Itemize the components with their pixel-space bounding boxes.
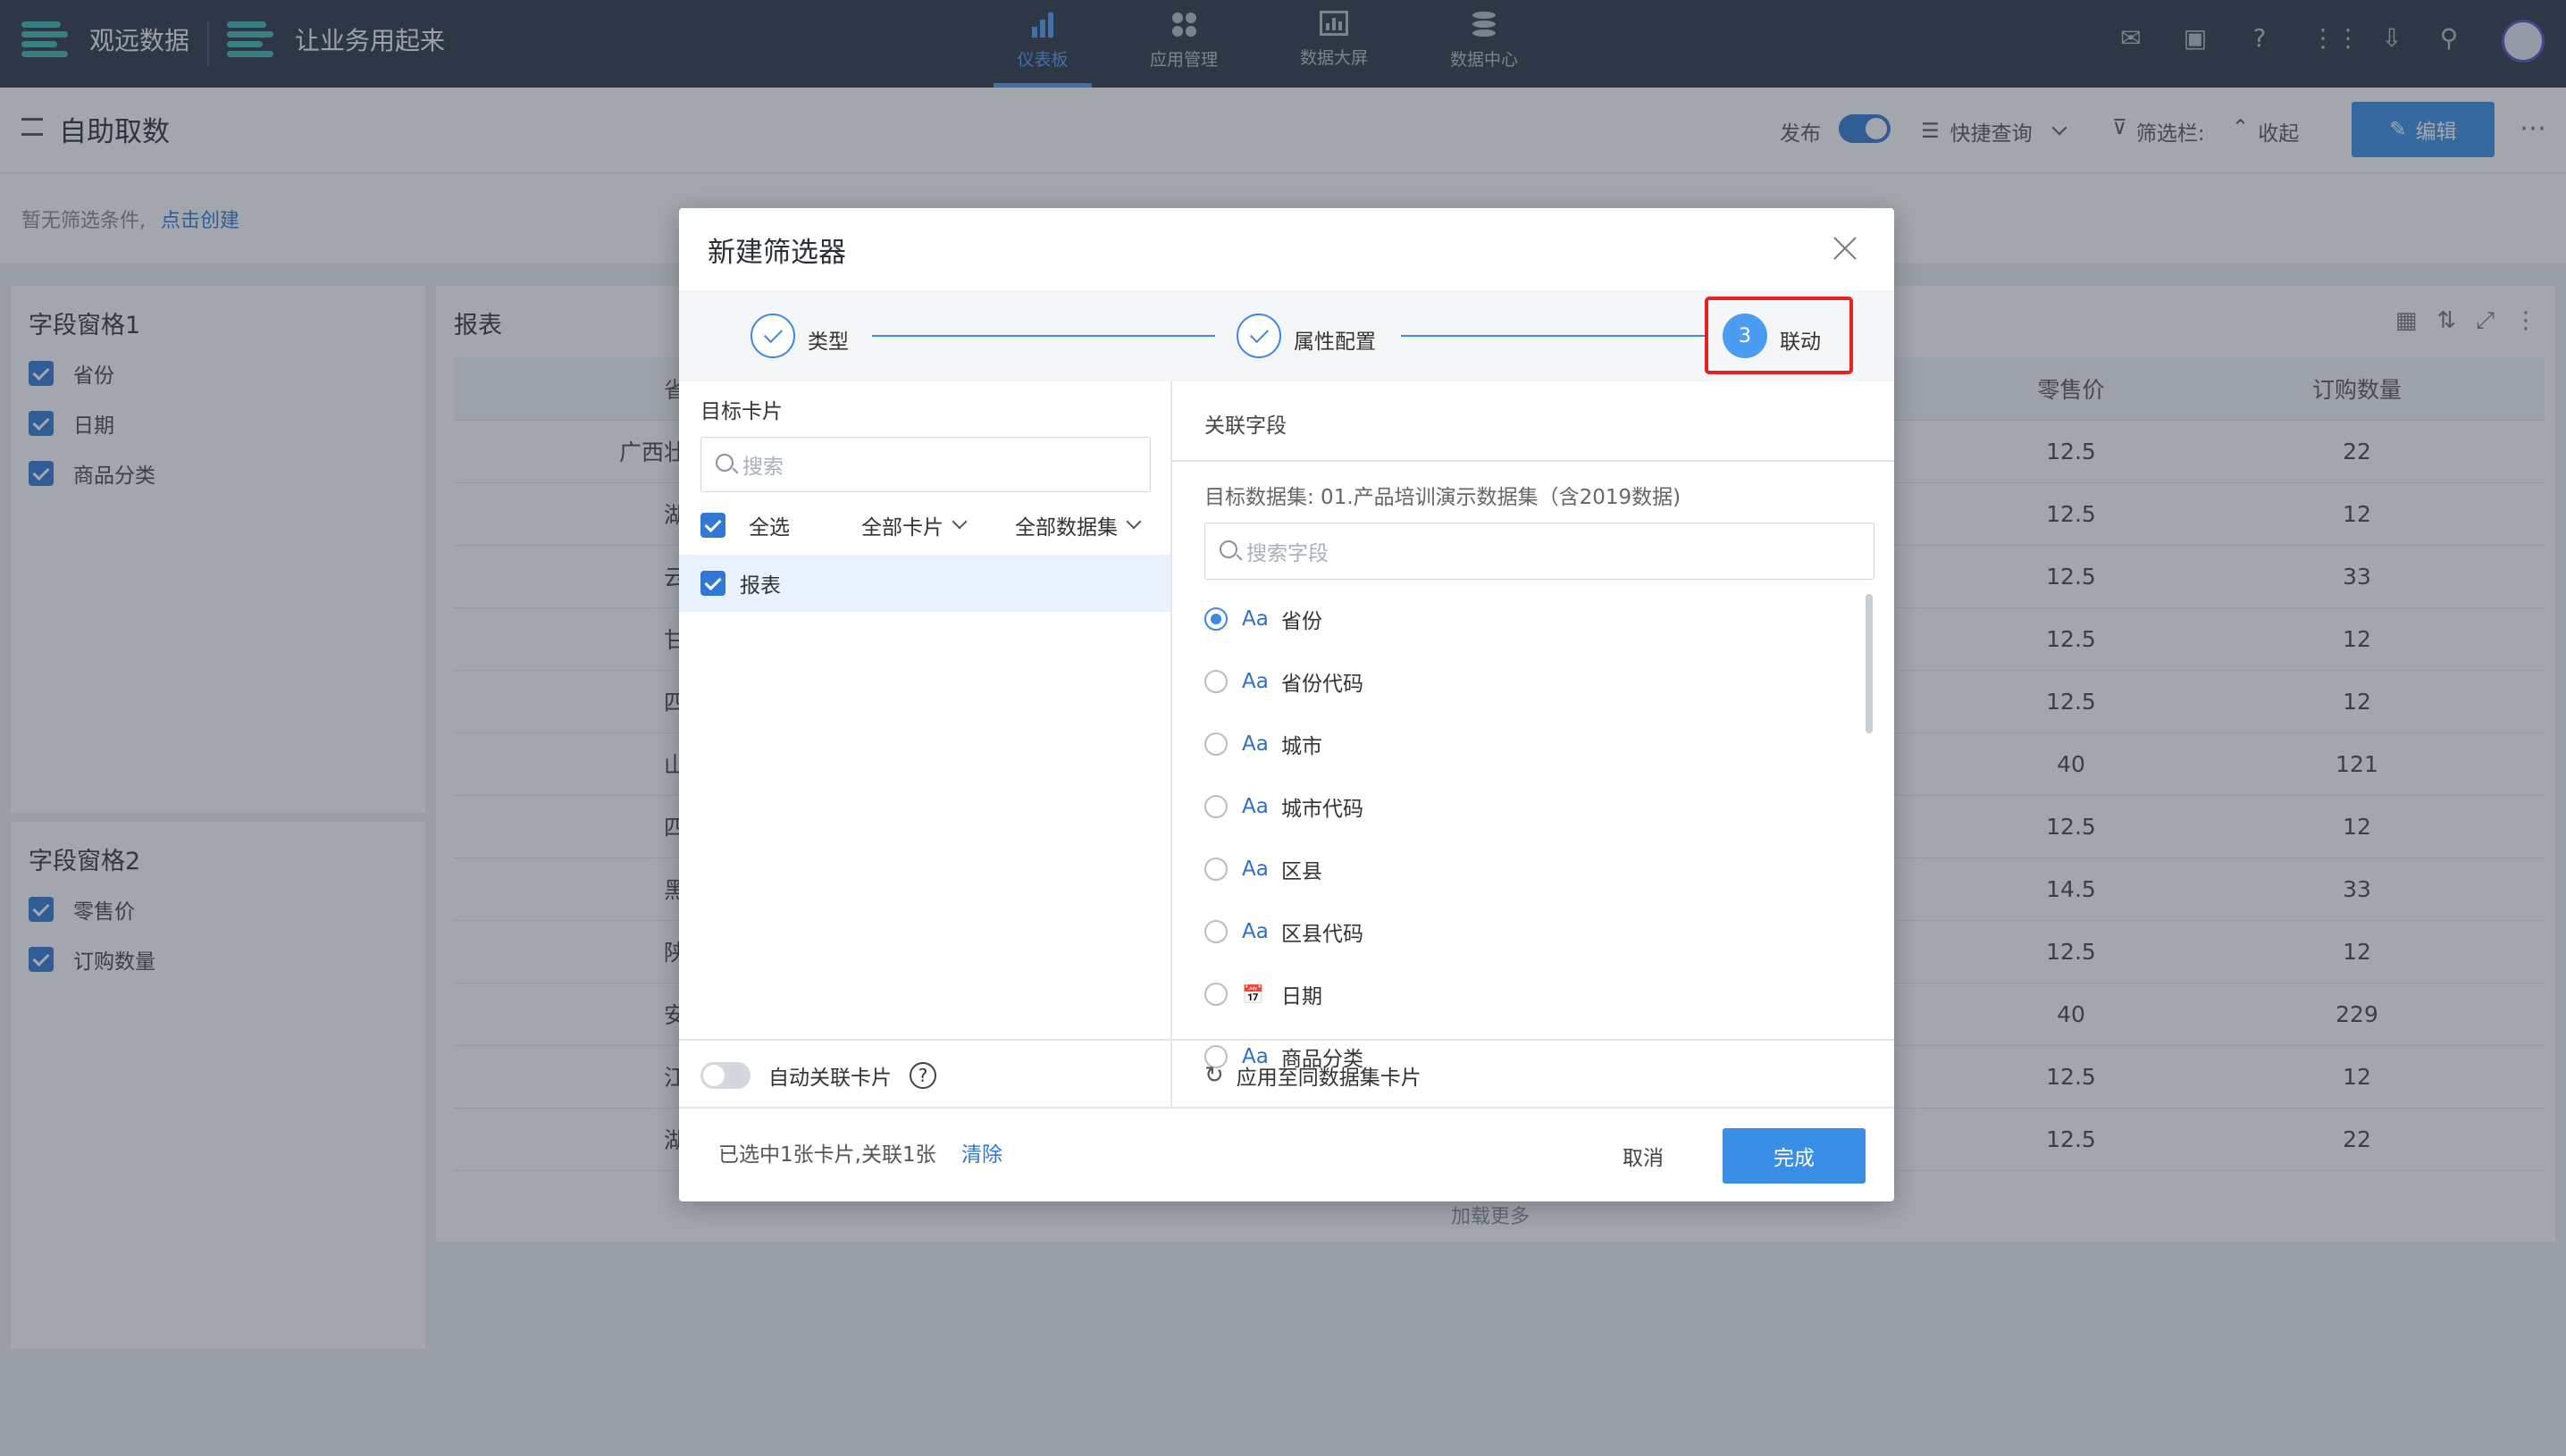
apply-same-label: 应用至同数据集卡片 (1236, 1067, 1421, 1090)
radio-icon (1204, 607, 1228, 631)
pane-title: 目标卡片 (700, 400, 783, 423)
field-option[interactable]: 📅 日期 (1204, 976, 1322, 1012)
auto-link-toggle[interactable] (700, 1062, 751, 1089)
text-type-icon: Aa (1242, 920, 1269, 943)
radio-icon (1204, 732, 1228, 756)
dropdown-label: 全部数据集 (1015, 516, 1118, 540)
refresh-icon: ↻ (1204, 1062, 1224, 1089)
help-icon[interactable]: ? (910, 1062, 936, 1089)
text-type-icon: Aa (1242, 732, 1269, 756)
step-line (1401, 335, 1705, 337)
field-option[interactable]: Aa 区县代码 (1204, 914, 1363, 950)
text-type-icon: Aa (1242, 607, 1269, 631)
step-label-type: 类型 (808, 331, 849, 354)
field-name: 城市 (1281, 735, 1322, 758)
dataset-dropdown[interactable]: 全部数据集 (1015, 510, 1142, 540)
chevron-down-icon (1126, 514, 1142, 530)
select-all-checkbox[interactable]: 全选 (700, 510, 790, 540)
chevron-down-icon (952, 514, 968, 530)
selection-summary: 已选中1张卡片,关联1张 (718, 1143, 936, 1167)
auto-link-label: 自动关联卡片 (768, 1067, 892, 1090)
radio-icon (1204, 670, 1228, 693)
divider (1172, 460, 1894, 462)
field-option[interactable]: Aa 城市代码 (1204, 789, 1363, 824)
linked-fields-pane: 关联字段 目标数据集: 01.产品培训演示数据集（含2019数据) 搜索字段 A… (1172, 381, 1894, 1107)
target-cards-pane: 目标卡片 搜索 全选 全部卡片 全部数据集 报表 自动关联卡片 ? (679, 381, 1172, 1107)
search-icon (716, 454, 734, 472)
field-option[interactable]: Aa 省份 (1204, 601, 1322, 637)
card-type-dropdown[interactable]: 全部卡片 (861, 510, 968, 540)
step-check-icon (1237, 314, 1281, 358)
divider (679, 1039, 1170, 1041)
card-list-item[interactable]: 报表 (679, 555, 1170, 612)
field-name: 省份 (1281, 610, 1322, 633)
radio-icon (1204, 795, 1228, 818)
dataset-name: 目标数据集: 01.产品培训演示数据集（含2019数据) (1204, 486, 1681, 509)
card-search-input[interactable]: 搜索 (700, 437, 1151, 492)
checkbox-icon (700, 571, 725, 596)
step-check-icon (751, 314, 795, 358)
select-all-label: 全选 (749, 516, 790, 540)
search-placeholder: 搜索 (742, 456, 784, 479)
step-line (872, 335, 1215, 337)
pane-title: 关联字段 (1204, 414, 1287, 438)
apply-same-dataset[interactable]: ↻ 应用至同数据集卡片 (1204, 1060, 1421, 1091)
field-name: 区县代码 (1281, 923, 1363, 946)
field-search-input[interactable]: 搜索字段 (1204, 523, 1874, 580)
field-name: 省份代码 (1281, 673, 1363, 696)
scrollbar[interactable] (1866, 594, 1873, 733)
card-label: 报表 (740, 574, 781, 598)
highlight-box (1705, 297, 1853, 374)
step-label-config: 属性配置 (1294, 331, 1376, 354)
field-option[interactable]: Aa 省份代码 (1204, 664, 1363, 699)
cancel-button[interactable]: 取消 (1623, 1141, 1664, 1171)
text-type-icon: Aa (1242, 795, 1269, 818)
field-option[interactable]: Aa 区县 (1204, 851, 1322, 887)
field-name: 区县 (1281, 860, 1322, 883)
radio-icon (1204, 983, 1228, 1006)
auto-link-toggle-row: 自动关联卡片 ? (700, 1060, 936, 1091)
dialog-title: 新建筛选器 (708, 237, 846, 269)
calendar-icon: 📅 (1242, 983, 1264, 1005)
text-type-icon: Aa (1242, 858, 1269, 881)
search-placeholder: 搜索字段 (1246, 542, 1329, 565)
divider (1172, 1039, 1894, 1041)
field-name: 日期 (1281, 985, 1322, 1008)
new-filter-dialog: 新建筛选器 类型 属性配置 3 联动 目标卡片 搜索 全选 全部卡片 全部数据集… (679, 208, 1894, 1201)
radio-icon (1204, 920, 1228, 943)
close-icon[interactable] (1832, 235, 1858, 262)
checkbox-icon (700, 513, 725, 538)
field-name: 城市代码 (1281, 798, 1363, 821)
divider (679, 1107, 1894, 1109)
search-icon (1220, 540, 1237, 558)
dropdown-label: 全部卡片 (861, 516, 943, 540)
clear-link[interactable]: 清除 (961, 1137, 1002, 1167)
done-button[interactable]: 完成 (1723, 1128, 1866, 1184)
text-type-icon: Aa (1242, 670, 1269, 693)
field-option[interactable]: Aa 城市 (1204, 726, 1322, 762)
radio-icon (1204, 858, 1228, 881)
